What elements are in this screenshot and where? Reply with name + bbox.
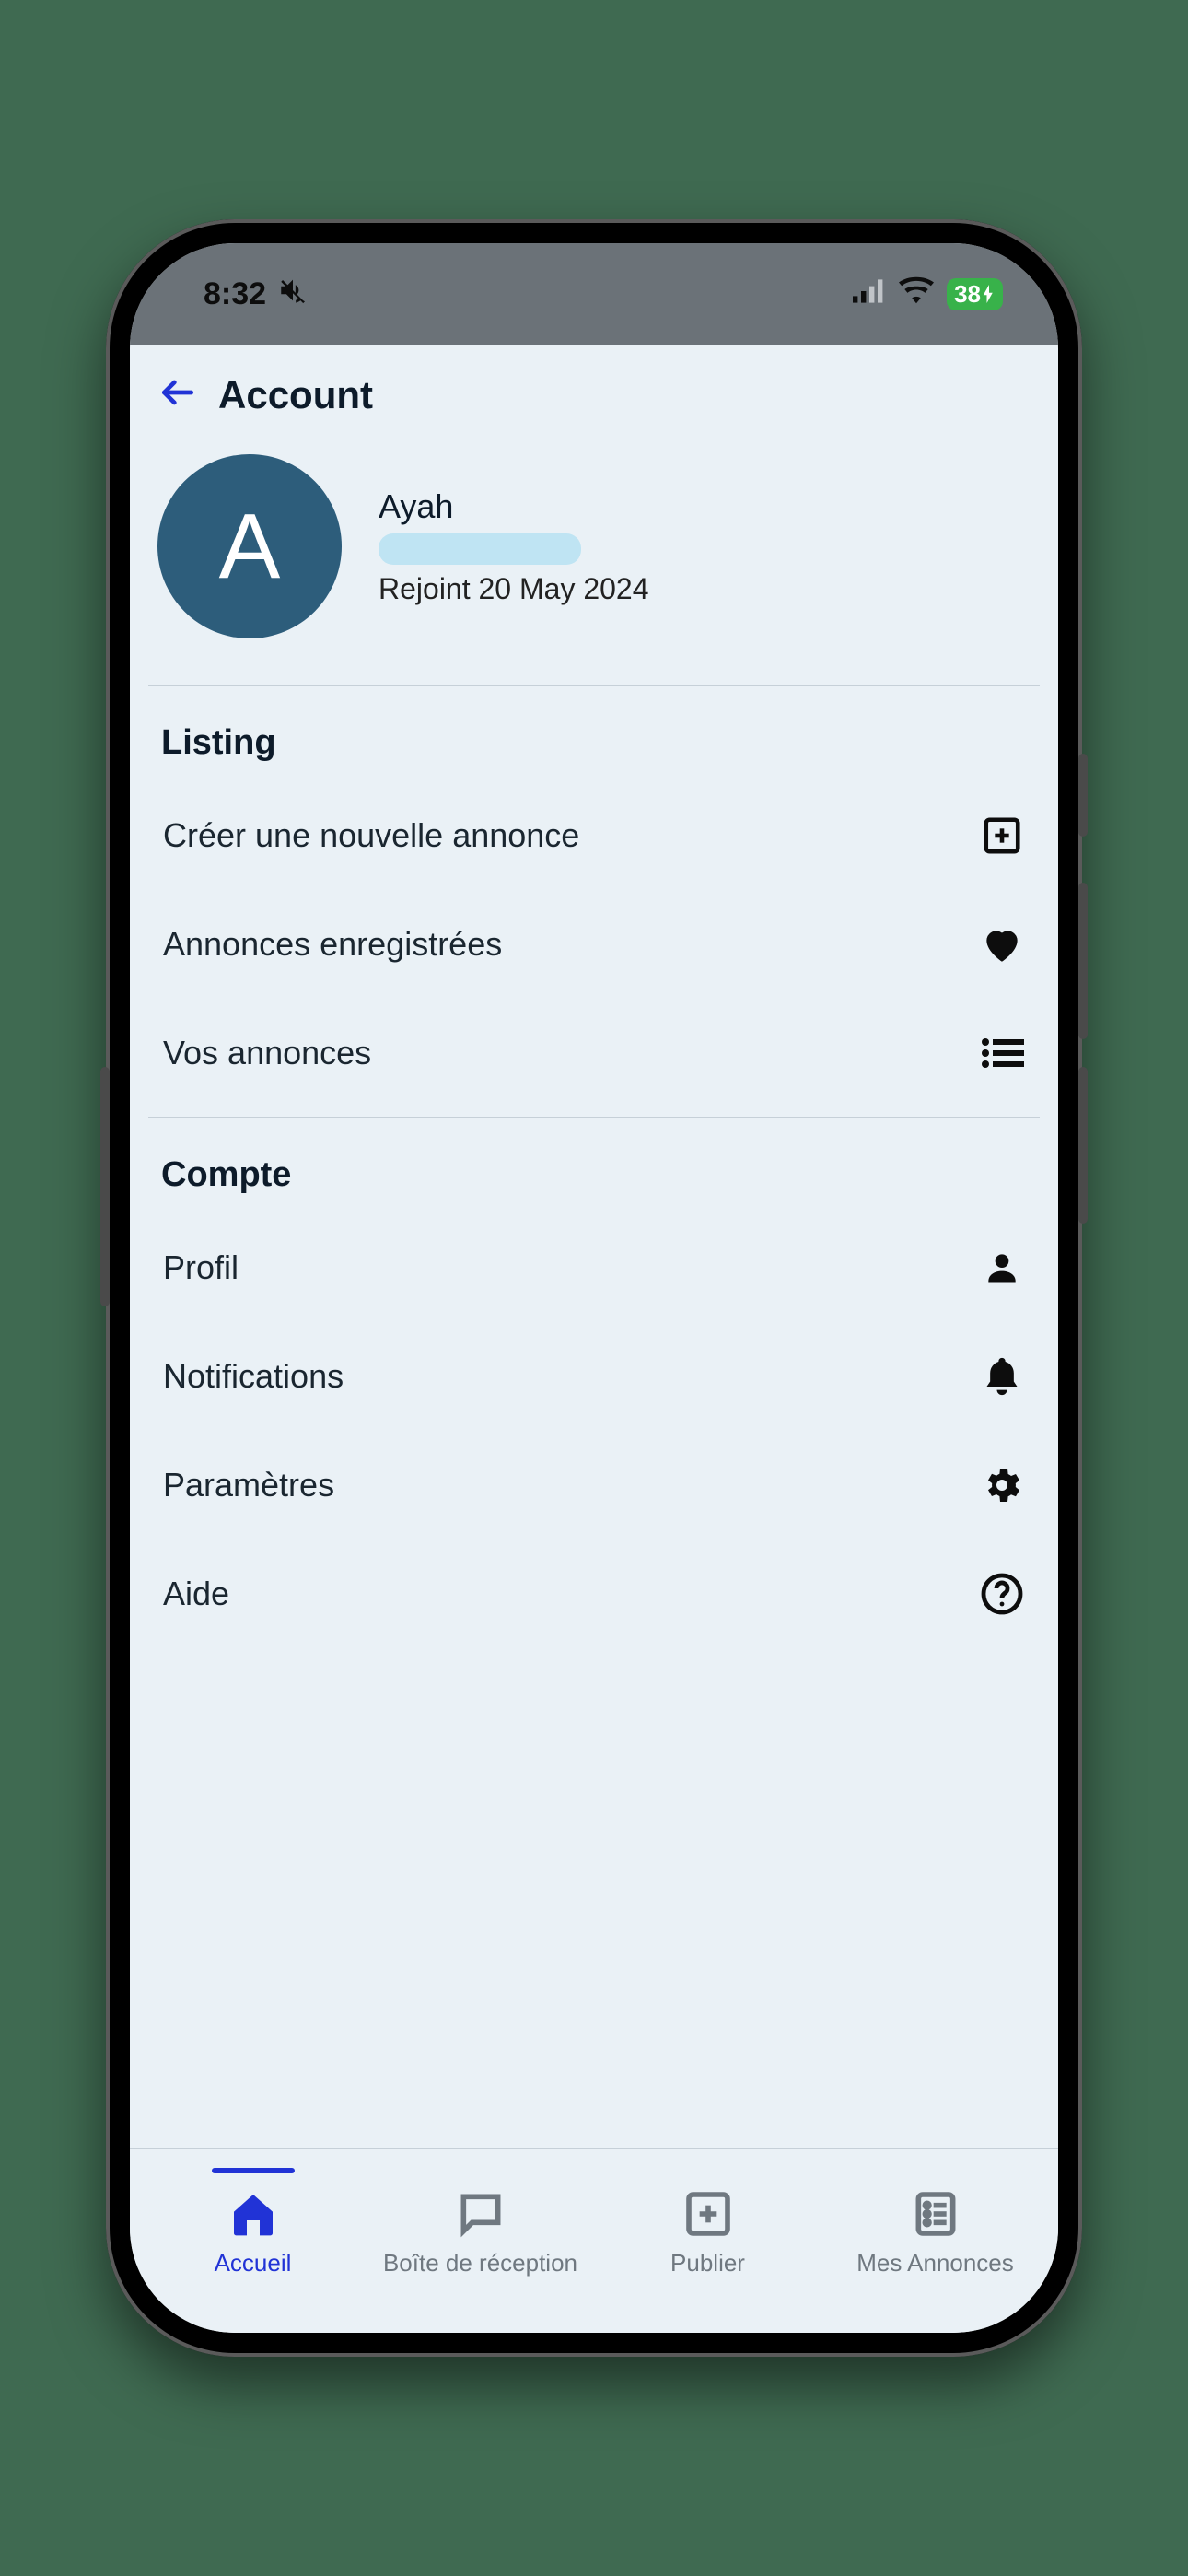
plus-box-icon (979, 813, 1025, 859)
power-button (100, 1067, 110, 1306)
section-title-compte: Compte (157, 1155, 1031, 1195)
row-label: Notifications (163, 1357, 344, 1396)
nav-accueil[interactable]: Accueil (152, 2168, 355, 2277)
mute-switch (1078, 754, 1088, 837)
bottom-nav: Accueil Boîte de réception Publier (130, 2148, 1058, 2333)
row-label: Aide (163, 1575, 229, 1613)
status-time: 8:32 (204, 276, 266, 312)
section-listing: Listing Créer une nouvelle annonce Annon… (130, 686, 1058, 1117)
nav-publier[interactable]: Publier (607, 2168, 809, 2277)
heart-icon (979, 921, 1025, 967)
header: Account (130, 345, 1058, 436)
row-label: Profil (163, 1248, 239, 1287)
mute-icon (277, 275, 309, 314)
row-notifications[interactable]: Notifications (157, 1322, 1031, 1431)
row-label: Créer une nouvelle annonce (163, 816, 579, 855)
nav-label: Publier (670, 2249, 745, 2277)
help-icon (979, 1571, 1025, 1617)
nav-mes-annonces[interactable]: Mes Annonces (834, 2168, 1037, 2277)
row-your-listings[interactable]: Vos annonces (157, 999, 1031, 1107)
nav-label: Mes Annonces (856, 2249, 1014, 2277)
avatar: A (157, 454, 342, 638)
bell-icon (979, 1353, 1025, 1399)
cellular-icon (853, 276, 886, 312)
back-icon[interactable] (157, 372, 198, 417)
nav-label: Boîte de réception (383, 2249, 577, 2277)
list-icon (979, 1030, 1025, 1076)
row-label: Vos annonces (163, 1034, 371, 1072)
status-bar: 8:32 38 (130, 243, 1058, 345)
row-parametres[interactable]: Paramètres (157, 1431, 1031, 1540)
section-compte: Compte Profil Notifications Paramètres (130, 1118, 1058, 1657)
row-aide[interactable]: Aide (157, 1540, 1031, 1648)
nav-label: Accueil (215, 2249, 292, 2277)
profile-name: Ayah (379, 487, 649, 526)
home-icon (227, 2188, 279, 2240)
row-profil[interactable]: Profil (157, 1213, 1031, 1322)
row-label: Paramètres (163, 1466, 334, 1505)
wifi-icon (899, 276, 934, 312)
redacted-field (379, 533, 581, 565)
screen: 8:32 38 Accou (130, 243, 1058, 2333)
nav-inbox[interactable]: Boîte de réception (379, 2168, 582, 2277)
gear-icon (979, 1462, 1025, 1508)
page-title: Account (218, 373, 373, 417)
volume-down (1078, 1067, 1088, 1224)
row-create-listing[interactable]: Créer une nouvelle annonce (157, 781, 1031, 890)
doc-list-icon (910, 2188, 961, 2240)
volume-up (1078, 883, 1088, 1039)
row-label: Annonces enregistrées (163, 925, 502, 964)
profile-card[interactable]: A Ayah Rejoint 20 May 2024 (130, 436, 1058, 685)
battery-indicator: 38 (947, 278, 1003, 310)
chat-icon (455, 2188, 507, 2240)
person-icon (979, 1245, 1025, 1291)
row-saved-listings[interactable]: Annonces enregistrées (157, 890, 1031, 999)
phone-frame: 8:32 38 Accou (106, 219, 1082, 2357)
plus-box-icon (682, 2188, 734, 2240)
profile-joined: Rejoint 20 May 2024 (379, 572, 649, 606)
section-title-listing: Listing (157, 723, 1031, 763)
